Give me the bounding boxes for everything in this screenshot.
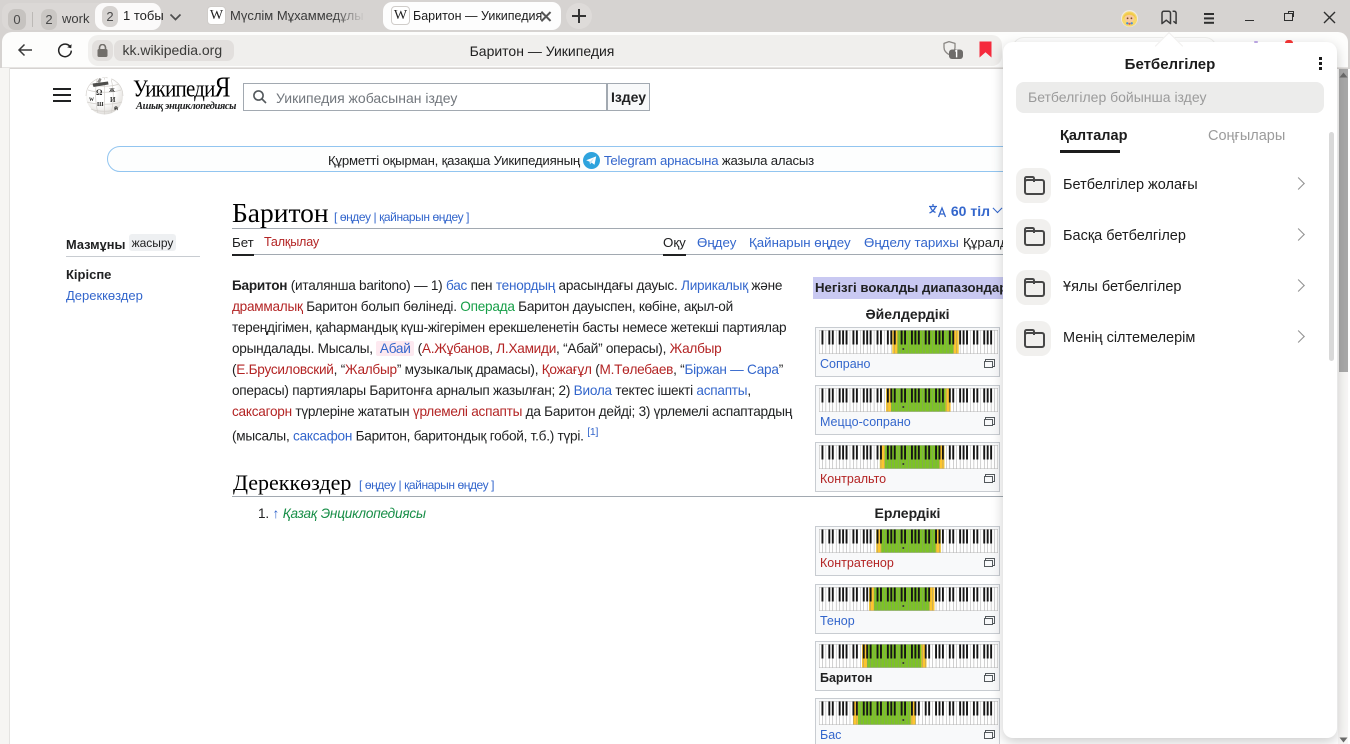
svg-text:Ω: Ω bbox=[96, 88, 103, 97]
svg-text:Ш: Ш bbox=[97, 102, 104, 108]
svg-text:Ж: Ж bbox=[109, 88, 115, 94]
svg-text:ค: ค bbox=[114, 105, 118, 112]
svg-text:И: И bbox=[110, 96, 116, 104]
svg-text:W: W bbox=[89, 98, 94, 103]
